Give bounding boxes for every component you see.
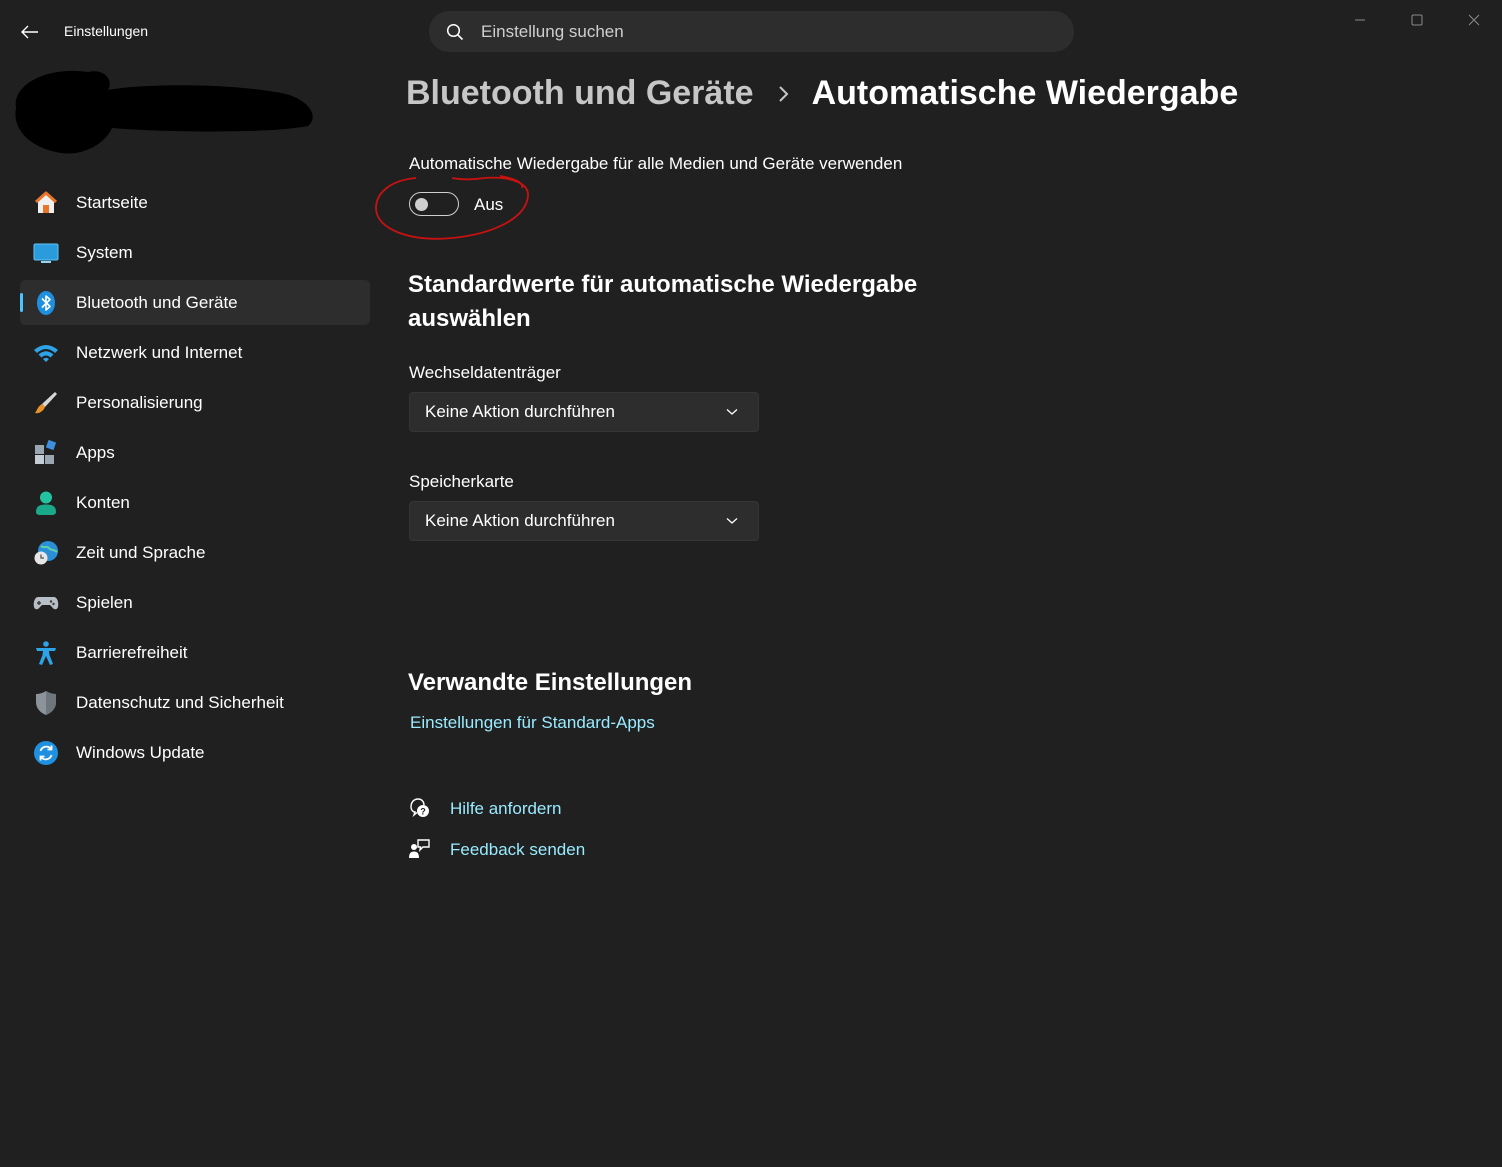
breadcrumb-parent[interactable]: Bluetooth und Geräte bbox=[406, 74, 754, 113]
sidebar-item-label: Datenschutz und Sicherheit bbox=[76, 692, 284, 712]
sidebar-item-barrierefreiheit[interactable]: Barrierefreiheit bbox=[20, 630, 370, 675]
sidebar-item-label: Barrierefreiheit bbox=[76, 642, 188, 662]
sidebar-item-label: Personalisierung bbox=[76, 392, 203, 412]
sidebar-nav: Startseite System Bluetooth und Geräte N… bbox=[20, 180, 370, 780]
sidebar-item-personalisierung[interactable]: Personalisierung bbox=[20, 380, 370, 425]
system-icon bbox=[33, 240, 59, 266]
removable-drive-label: Wechseldatenträger bbox=[409, 363, 561, 382]
chevron-down-icon bbox=[724, 513, 740, 529]
app-title: Einstellungen bbox=[64, 23, 149, 39]
sidebar-item-label: Apps bbox=[76, 442, 115, 462]
sidebar-item-label: System bbox=[76, 242, 133, 262]
user-profile-redacted bbox=[15, 70, 313, 154]
svg-text:?: ? bbox=[420, 807, 426, 817]
close-icon bbox=[1468, 14, 1480, 26]
sidebar-item-label: Windows Update bbox=[76, 742, 205, 762]
maximize-icon bbox=[1411, 14, 1423, 26]
sidebar-item-netzwerk[interactable]: Netzwerk und Internet bbox=[20, 330, 370, 375]
maximize-button[interactable] bbox=[1394, 8, 1440, 32]
account-icon bbox=[33, 490, 59, 516]
defaults-heading: Standardwerte für automatische Wiedergab… bbox=[408, 271, 918, 332]
sidebar-item-zeit-sprache[interactable]: Zeit und Sprache bbox=[20, 530, 370, 575]
active-indicator bbox=[20, 293, 23, 312]
sidebar-item-spielen[interactable]: Spielen bbox=[20, 580, 370, 625]
minimize-icon bbox=[1355, 19, 1365, 21]
brush-icon bbox=[33, 390, 59, 416]
chevron-right-icon bbox=[778, 85, 790, 103]
breadcrumb: Bluetooth und Geräte Automatische Wieder… bbox=[406, 74, 1238, 113]
title-bar: Einstellungen Einstellung suchen bbox=[0, 0, 1502, 64]
close-button[interactable] bbox=[1451, 8, 1497, 32]
dropdown-value: Keine Aktion durchführen bbox=[425, 511, 615, 530]
gamepad-icon bbox=[33, 590, 59, 616]
help-chat-icon: ? bbox=[408, 797, 430, 819]
sidebar-item-label: Netzwerk und Internet bbox=[76, 342, 243, 362]
update-icon bbox=[33, 740, 59, 766]
apps-icon bbox=[33, 439, 59, 466]
time-language-icon bbox=[33, 540, 59, 566]
sidebar-item-windows-update[interactable]: Windows Update bbox=[20, 730, 370, 775]
related-settings-heading: Verwandte Einstellungen bbox=[408, 669, 693, 696]
home-icon bbox=[33, 190, 59, 216]
sidebar-item-system[interactable]: System bbox=[20, 230, 370, 275]
sidebar-item-konten[interactable]: Konten bbox=[20, 480, 370, 525]
sidebar-item-startseite[interactable]: Startseite bbox=[20, 180, 370, 225]
bluetooth-icon bbox=[33, 290, 59, 316]
sidebar-item-apps[interactable]: Apps bbox=[20, 430, 370, 475]
removable-drive-dropdown[interactable]: Keine Aktion durchführen bbox=[409, 392, 759, 432]
autoplay-label: Automatische Wiedergabe für alle Medien … bbox=[409, 154, 903, 173]
accessibility-icon bbox=[33, 640, 59, 666]
default-apps-link[interactable]: Einstellungen für Standard-Apps bbox=[410, 713, 655, 733]
back-arrow-icon bbox=[21, 25, 38, 39]
dropdown-value: Keine Aktion durchführen bbox=[425, 402, 615, 421]
get-help-link[interactable]: Hilfe anfordern bbox=[450, 799, 562, 819]
search-box[interactable]: Einstellung suchen bbox=[429, 11, 1074, 52]
search-input[interactable]: Einstellung suchen bbox=[481, 22, 624, 42]
sidebar-item-label: Bluetooth und Geräte bbox=[76, 292, 238, 312]
feedback-icon bbox=[408, 838, 430, 860]
sidebar-item-label: Konten bbox=[76, 492, 130, 512]
chevron-down-icon bbox=[724, 404, 740, 420]
red-circle-annotation bbox=[375, 175, 529, 240]
memory-card-label: Speicherkarte bbox=[409, 472, 514, 491]
sidebar-item-bluetooth[interactable]: Bluetooth und Geräte bbox=[20, 280, 370, 325]
sidebar-item-label: Zeit und Sprache bbox=[76, 542, 206, 562]
sidebar-item-label: Startseite bbox=[76, 192, 148, 212]
page-title: Automatische Wiedergabe bbox=[811, 74, 1239, 112]
minimize-button[interactable] bbox=[1337, 8, 1383, 32]
back-button[interactable] bbox=[14, 18, 46, 46]
sidebar-item-datenschutz[interactable]: Datenschutz und Sicherheit bbox=[20, 680, 370, 725]
sidebar-item-label: Spielen bbox=[76, 592, 133, 612]
shield-icon bbox=[33, 690, 59, 716]
search-icon bbox=[445, 22, 465, 42]
memory-card-dropdown[interactable]: Keine Aktion durchführen bbox=[409, 501, 759, 541]
send-feedback-link[interactable]: Feedback senden bbox=[450, 840, 585, 860]
wifi-icon bbox=[33, 340, 59, 366]
